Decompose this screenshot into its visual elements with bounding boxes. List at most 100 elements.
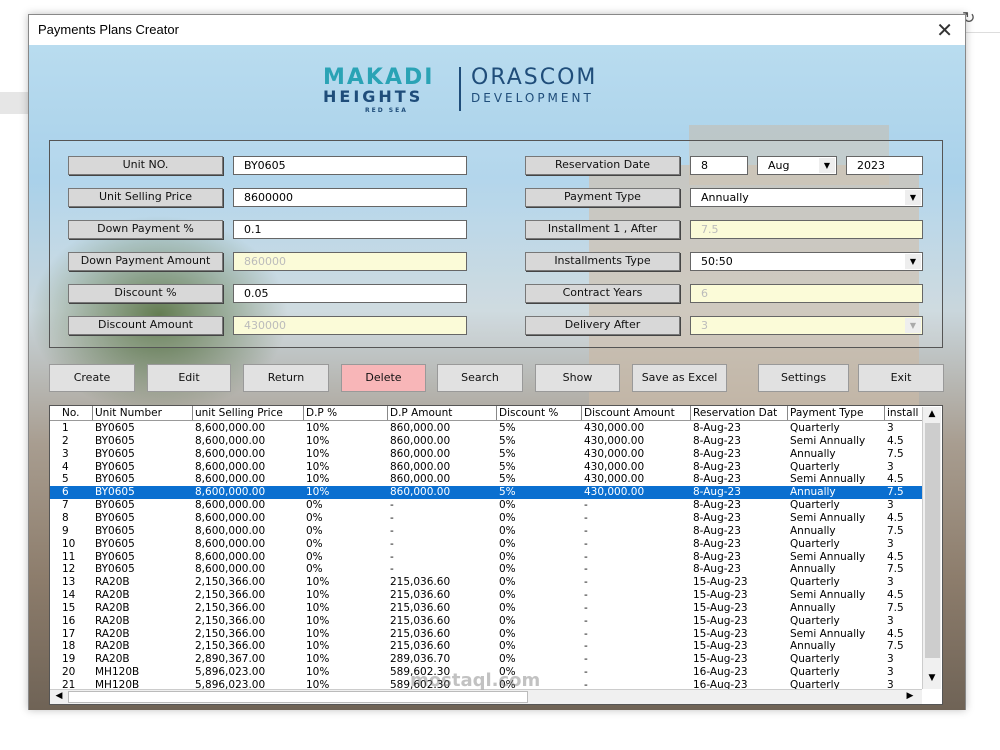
table-row[interactable]: 5 BY0605 8,600,000.00 10% 860,000.00 5% 430,00… xyxy=(50,473,922,486)
table-row[interactable]: 13 RA20B 2,150,366.00 10% 215,036.60 0% - 15-Au… xyxy=(50,576,922,589)
return-button[interactable]: Return xyxy=(243,364,329,392)
table-row[interactable]: 17 RA20B 2,150,366.00 10% 215,036.60 0% - 15-Au… xyxy=(50,628,922,641)
table-cell: Quarterly xyxy=(790,499,840,512)
column-header[interactable]: Payment Type xyxy=(788,406,885,420)
vertical-scrollbar[interactable]: ▲ ▼ xyxy=(922,407,941,689)
horizontal-scrollbar[interactable]: ◀ ▶ xyxy=(50,689,922,704)
table-cell: 13 xyxy=(62,576,76,589)
chevron-down-icon[interactable]: ▼ xyxy=(905,318,921,333)
table-cell: 215,036.60 xyxy=(390,614,451,627)
reservation-year-input[interactable]: 2023 xyxy=(846,156,923,175)
column-header[interactable]: Unit Number xyxy=(93,406,193,420)
discount-pct-input[interactable]: 0.05 xyxy=(233,284,467,303)
table-cell: - xyxy=(584,511,588,524)
table-cell: 3 xyxy=(887,537,894,550)
table-cell: 8,600,000.00 xyxy=(195,524,266,537)
table-cell: Annually xyxy=(790,524,836,537)
column-header[interactable]: install xyxy=(885,406,922,420)
exit-button[interactable]: Exit xyxy=(858,364,944,392)
table-cell: 7.5 xyxy=(887,601,904,614)
dp-pct-label: Down Payment % xyxy=(68,220,223,239)
table-cell: 7.5 xyxy=(887,563,904,576)
close-icon[interactable]: ✕ xyxy=(936,18,953,42)
column-header[interactable]: D.P % xyxy=(304,406,388,420)
table-row[interactable]: 1 BY0605 8,600,000.00 10% 860,000.00 5% 430,00… xyxy=(50,422,922,435)
column-header[interactable]: Discount Amount xyxy=(582,406,691,420)
chevron-down-icon[interactable]: ▼ xyxy=(819,158,835,173)
delete-button[interactable]: Delete xyxy=(341,364,426,392)
table-row[interactable]: 4 BY0605 8,600,000.00 10% 860,000.00 5% 430,00… xyxy=(50,461,922,474)
column-header[interactable]: Discount % xyxy=(497,406,582,420)
table-row[interactable]: 8 BY0605 8,600,000.00 0% - 0% - 8-Aug-23 Semi An… xyxy=(50,512,922,525)
table-row[interactable]: 7 BY0605 8,600,000.00 0% - 0% - 8-Aug-23 Quarter… xyxy=(50,499,922,512)
column-header[interactable]: unit Selling Price xyxy=(193,406,304,420)
column-header[interactable]: Reservation Dat xyxy=(691,406,788,420)
save-as-excel-button[interactable]: Save as Excel xyxy=(632,364,727,392)
edit-button[interactable]: Edit xyxy=(147,364,231,392)
table-cell: 0% xyxy=(499,627,516,640)
logo-text: ORASCOM xyxy=(471,65,598,90)
scroll-up-icon[interactable]: ▲ xyxy=(924,409,940,419)
table-row[interactable]: 2 BY0605 8,600,000.00 10% 860,000.00 5% 430,00… xyxy=(50,435,922,448)
table-cell: 10% xyxy=(306,640,330,653)
table-row[interactable]: 10 BY0605 8,600,000.00 0% - 0% - 8-Aug-23 Quarte… xyxy=(50,538,922,551)
installment-after-input[interactable]: 7.5 xyxy=(690,220,923,239)
reservation-day-input[interactable]: 8 xyxy=(690,156,748,175)
table-cell: 3 xyxy=(62,447,69,460)
installments-type-select[interactable]: 50:50 ▼ xyxy=(690,252,923,271)
table-cell: 10% xyxy=(306,666,330,679)
table-row[interactable]: 14 RA20B 2,150,366.00 10% 215,036.60 0% - 15-Au… xyxy=(50,589,922,602)
unit-price-input[interactable]: 8600000 xyxy=(233,188,467,207)
chevron-down-icon[interactable]: ▼ xyxy=(905,254,921,269)
form-canvas: MAKADI HEIGHTS RED SEA ORASCOM DEVELOPME… xyxy=(29,45,965,710)
table-cell: 8-Aug-23 xyxy=(693,563,741,576)
table-cell: Quarterly xyxy=(790,422,840,434)
table-cell: Annually xyxy=(790,563,836,576)
create-button[interactable]: Create xyxy=(49,364,135,392)
chevron-down-icon[interactable]: ▼ xyxy=(905,190,921,205)
scroll-thumb[interactable] xyxy=(925,423,940,658)
dp-pct-input[interactable]: 0.1 xyxy=(233,220,467,239)
reservation-month-select[interactable]: Aug ▼ xyxy=(757,156,837,175)
settings-button[interactable]: Settings xyxy=(758,364,849,392)
logo-text: DEVELOPMENT xyxy=(471,91,594,105)
table-cell: 2,150,366.00 xyxy=(195,601,266,614)
table-row[interactable]: 9 BY0605 8,600,000.00 0% - 0% - 8-Aug-23 Annuall… xyxy=(50,525,922,538)
scroll-left-icon[interactable]: ◀ xyxy=(51,691,67,701)
table-cell: 8-Aug-23 xyxy=(693,434,741,447)
payment-plans-list[interactable]: No. Unit Number unit Selling Price D.P % D.P… xyxy=(49,405,943,705)
table-cell: 12 xyxy=(62,563,76,576)
discount-amount-input[interactable]: 430000 xyxy=(233,316,467,335)
search-button[interactable]: Search xyxy=(437,364,523,392)
table-cell: - xyxy=(584,640,588,653)
column-header[interactable]: No. xyxy=(60,406,93,420)
table-row[interactable]: 3 BY0605 8,600,000.00 10% 860,000.00 5% 430,00… xyxy=(50,448,922,461)
table-row[interactable]: 6 BY0605 8,600,000.00 10% 860,000.00 5% 430,00… xyxy=(50,486,922,500)
table-cell: 3 xyxy=(887,614,894,627)
table-row[interactable]: 19 RA20B 2,890,367.00 10% 289,036.70 0% - 15-Au… xyxy=(50,653,922,666)
show-button[interactable]: Show xyxy=(535,364,620,392)
payment-type-select[interactable]: Annually ▼ xyxy=(690,188,923,207)
unit-no-input[interactable]: BY0605 xyxy=(233,156,467,175)
table-row[interactable]: 16 RA20B 2,150,366.00 10% 215,036.60 0% - 15-Au… xyxy=(50,615,922,628)
delivery-after-select[interactable]: 3 ▼ xyxy=(690,316,923,335)
logo: MAKADI HEIGHTS RED SEA ORASCOM DEVELOPME… xyxy=(323,63,663,123)
table-cell: Annually xyxy=(790,486,836,499)
contract-years-input[interactable]: 6 xyxy=(690,284,923,303)
table-cell: 0% xyxy=(499,614,516,627)
scroll-right-icon[interactable]: ▶ xyxy=(902,691,918,701)
column-header[interactable]: D.P Amount xyxy=(388,406,497,420)
table-row[interactable]: 18 RA20B 2,150,366.00 10% 215,036.60 0% - 15-Au… xyxy=(50,640,922,653)
table-cell: 0% xyxy=(499,550,516,563)
scroll-thumb[interactable] xyxy=(68,691,528,703)
table-row[interactable]: 11 BY0605 8,600,000.00 0% - 0% - 8-Aug-23 Semi A… xyxy=(50,551,922,564)
dp-amount-input[interactable]: 860000 xyxy=(233,252,467,271)
table-cell: Annually xyxy=(790,640,836,653)
table-cell: Semi Annually xyxy=(790,627,866,640)
scroll-down-icon[interactable]: ▼ xyxy=(924,673,940,683)
table-cell: 0% xyxy=(499,653,516,666)
table-row[interactable]: 12 BY0605 8,600,000.00 0% - 0% - 8-Aug-23 Annual… xyxy=(50,563,922,576)
table-cell: 0% xyxy=(306,524,323,537)
table-row[interactable]: 15 RA20B 2,150,366.00 10% 215,036.60 0% - 15-Au… xyxy=(50,602,922,615)
table-cell: Semi Annually xyxy=(790,434,866,447)
